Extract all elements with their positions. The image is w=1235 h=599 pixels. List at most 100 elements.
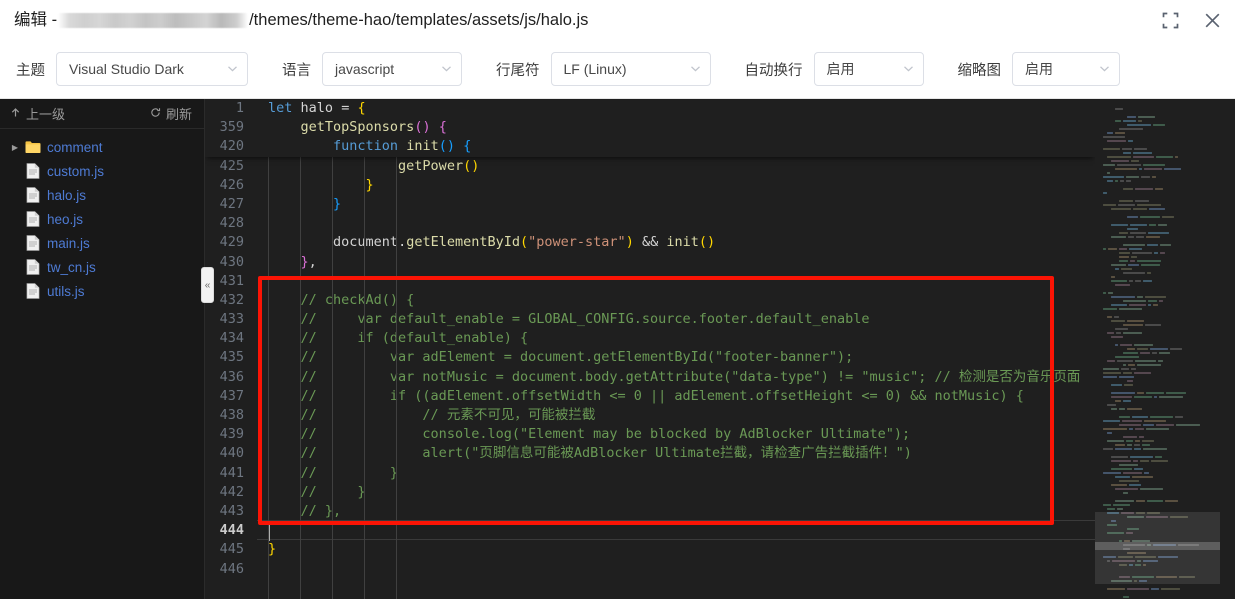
line-number: 359 xyxy=(219,119,244,136)
code-line[interactable]: 425 getPower() xyxy=(205,157,1095,176)
line-content[interactable]: // checkAd() { xyxy=(257,291,1095,310)
code-line[interactable]: 446 xyxy=(205,560,1095,579)
line-content[interactable]: // } xyxy=(257,483,1095,502)
language-select[interactable]: javascript xyxy=(322,52,462,86)
code-line[interactable]: 442 // } xyxy=(205,483,1095,502)
line-content[interactable]: } xyxy=(257,176,1095,195)
code-line[interactable]: 434 // if (default_enable) { xyxy=(205,329,1095,348)
minimap-scrollbar-thumb[interactable] xyxy=(1095,542,1220,550)
sticky-scroll-lines[interactable]: 1 let halo = {359 getTopSponsors() {420 f… xyxy=(205,99,1095,157)
wordwrap-select[interactable]: 启用 xyxy=(813,52,924,86)
line-content[interactable] xyxy=(257,560,1095,579)
sticky-code-line[interactable]: 420 function init() { xyxy=(205,137,1095,156)
code-line[interactable]: 429 document.getElementById("power-star"… xyxy=(205,233,1095,252)
minimap-select[interactable]: 启用 xyxy=(1012,52,1120,86)
minimap-token xyxy=(1146,428,1169,430)
minimap-token xyxy=(1111,396,1132,398)
eol-select[interactable]: LF (Linux) xyxy=(550,52,711,86)
line-content[interactable]: let halo = { xyxy=(257,99,1095,118)
code-line[interactable]: 439 // console.log("Element may be block… xyxy=(205,425,1095,444)
line-content[interactable]: // // 元素不可见，可能被拦截 xyxy=(257,406,1095,425)
code-line[interactable]: 438 // // 元素不可见，可能被拦截 xyxy=(205,406,1095,425)
minimap-token xyxy=(1127,408,1142,410)
line-content[interactable]: // if ((adElement.offsetWidth <= 0 || ad… xyxy=(257,387,1095,406)
line-content[interactable]: // var default_enable = GLOBAL_CONFIG.so… xyxy=(257,310,1095,329)
line-content[interactable]: // var notMusic = document.body.getAttri… xyxy=(257,368,1095,387)
minimap-token xyxy=(1103,248,1106,250)
line-number: 426 xyxy=(219,176,244,193)
code-line[interactable]: 445} xyxy=(205,540,1095,559)
code-line[interactable]: 426 } xyxy=(205,176,1095,195)
code-line[interactable]: 435 // var adElement = document.getEleme… xyxy=(205,348,1095,367)
line-number: 1 xyxy=(235,100,244,116)
minimap-token xyxy=(1134,396,1152,398)
vertical-scrollbar[interactable] xyxy=(1220,99,1235,599)
minimap-token xyxy=(1107,316,1112,318)
line-content[interactable]: // }, xyxy=(257,502,1095,521)
code-viewport[interactable]: 425 getPower() 426 } 427 } 428 429 document.… xyxy=(205,99,1095,599)
minimap-token xyxy=(1123,152,1131,154)
file-list-item-main-js[interactable]: main.js xyxy=(0,231,204,255)
line-content[interactable] xyxy=(257,520,1095,542)
line-content[interactable]: } xyxy=(257,195,1095,214)
sticky-code-line[interactable]: 1 let halo = { xyxy=(205,99,1095,118)
file-list-item-halo-js[interactable]: halo.js xyxy=(0,183,204,207)
sticky-code-line[interactable]: 359 getTopSponsors() { xyxy=(205,118,1095,137)
file-list-item-label: heo.js xyxy=(47,211,84,227)
line-content[interactable]: // } xyxy=(257,464,1095,483)
code-editor[interactable]: 425 getPower() 426 } 427 } 428 429 document.… xyxy=(205,99,1235,599)
code-line[interactable]: 430 }, xyxy=(205,253,1095,272)
code-line[interactable]: 431 xyxy=(205,272,1095,291)
code-line[interactable]: 441 // } xyxy=(205,464,1095,483)
minimap-token xyxy=(1123,272,1145,274)
theme-select[interactable]: Visual Studio Dark xyxy=(56,52,248,86)
code-line[interactable]: 444 xyxy=(205,520,1095,542)
file-list-item-custom-js[interactable]: custom.js xyxy=(0,159,204,183)
minimap-token xyxy=(1115,168,1137,170)
line-content[interactable]: // if (default_enable) { xyxy=(257,329,1095,348)
line-content[interactable]: function init() { xyxy=(257,137,1095,156)
code-line[interactable]: 443 // }, xyxy=(205,502,1095,521)
code-line[interactable]: 433 // var default_enable = GLOBAL_CONFI… xyxy=(205,310,1095,329)
line-content[interactable] xyxy=(257,272,1095,291)
line-content[interactable]: getTopSponsors() { xyxy=(257,118,1095,137)
minimap-token xyxy=(1127,320,1144,322)
file-list-item-folder[interactable]: ▶ comment xyxy=(0,135,204,159)
horizontal-scrollbar[interactable] xyxy=(257,589,1095,599)
minimap-token xyxy=(1123,400,1131,402)
fullscreen-icon[interactable] xyxy=(1159,9,1181,31)
file-list-item-tw-cn-js[interactable]: tw_cn.js xyxy=(0,255,204,279)
minimap-token xyxy=(1135,440,1140,442)
minimap-token xyxy=(1165,500,1178,502)
code-line[interactable]: 440 // alert("页脚信息可能被AdBlocker Ultimate拦… xyxy=(205,444,1095,463)
minimap-token xyxy=(1111,280,1127,282)
line-content[interactable]: document.getElementById("power-star") &&… xyxy=(257,233,1095,252)
line-content[interactable]: getPower() xyxy=(257,157,1095,176)
minimap[interactable] xyxy=(1095,99,1220,599)
minimap-token xyxy=(1133,460,1138,462)
minimap-token xyxy=(1119,200,1133,202)
line-content[interactable]: // alert("页脚信息可能被AdBlocker Ultimate拦截，请检… xyxy=(257,444,1095,463)
line-content[interactable] xyxy=(257,214,1095,233)
code-line[interactable]: 436 // var notMusic = document.body.getA… xyxy=(205,368,1095,387)
code-line[interactable]: 428 xyxy=(205,214,1095,233)
code-line[interactable]: 432 // checkAd() { xyxy=(205,291,1095,310)
chevron-right-icon[interactable]: ▶ xyxy=(8,143,22,152)
minimap-token xyxy=(1155,188,1163,190)
go-up-button[interactable]: 上一级 xyxy=(10,104,65,123)
line-content[interactable]: // var adElement = document.getElementBy… xyxy=(257,348,1095,367)
code-line[interactable]: 427 } xyxy=(205,195,1095,214)
line-content[interactable]: // console.log("Element may be blocked b… xyxy=(257,425,1095,444)
close-icon[interactable] xyxy=(1201,9,1223,31)
line-content[interactable]: }, xyxy=(257,253,1095,272)
file-list-item-utils-js[interactable]: utils.js xyxy=(0,279,204,303)
line-content[interactable]: } xyxy=(257,540,1095,559)
refresh-button[interactable]: 刷新 xyxy=(150,104,192,123)
sidebar-collapse-handle[interactable]: « xyxy=(201,267,214,303)
minimap-token xyxy=(1107,360,1115,362)
minimap-token xyxy=(1123,472,1142,474)
redacted-path-segment xyxy=(58,12,249,28)
file-list-item-heo-js[interactable]: heo.js xyxy=(0,207,204,231)
code-line[interactable]: 437 // if ((adElement.offsetWidth <= 0 |… xyxy=(205,387,1095,406)
minimap-token xyxy=(1159,300,1163,302)
